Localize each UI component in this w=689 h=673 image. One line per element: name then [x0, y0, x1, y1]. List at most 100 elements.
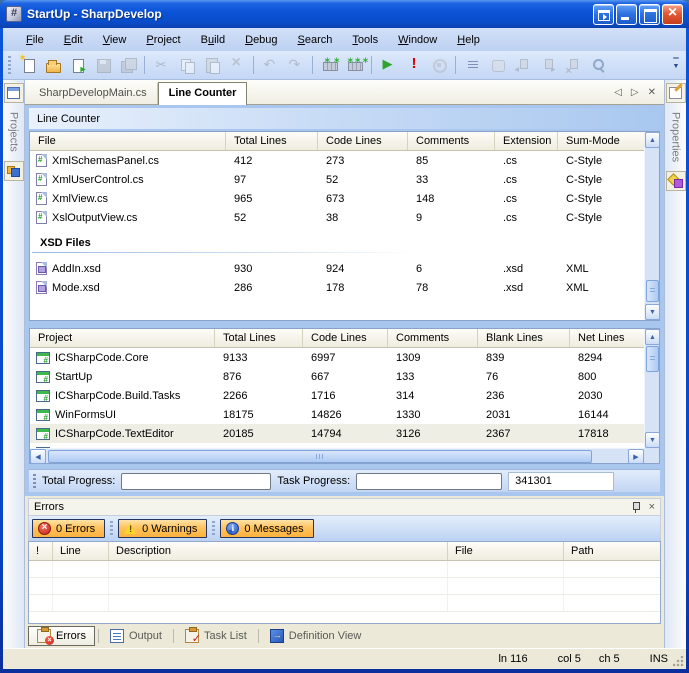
column-header[interactable]: Description — [109, 542, 448, 560]
file-row[interactable]: XmlUserControl.cs975233.csC-Style — [30, 170, 644, 189]
run-button[interactable] — [377, 54, 400, 76]
comment-region-icon — [490, 57, 506, 73]
column-header[interactable]: Project — [30, 329, 215, 347]
project-row[interactable]: StartUp87666713376800 — [30, 367, 644, 386]
bottom-tab-errors[interactable]: Errors — [28, 626, 95, 646]
menu-debug[interactable]: Debug — [236, 31, 286, 49]
tab-sharpdevelopmain-cs[interactable]: SharpDevelopMain.cs — [29, 83, 158, 104]
pin-icon[interactable] — [631, 501, 640, 513]
project-table-hscrollbar[interactable]: ◀ ▶ — [30, 448, 644, 463]
column-header[interactable]: Line — [53, 542, 109, 560]
menu-help[interactable]: Help — [448, 31, 489, 49]
col-code: 52 — [318, 174, 408, 186]
toolbar-grip[interactable] — [8, 56, 11, 74]
project-row[interactable]: ICSharpCode.Build.Tasks22661716314236203… — [30, 386, 644, 405]
open-project-button[interactable] — [66, 54, 89, 76]
file-table-vscrollbar[interactable]: ▲ ▼ — [644, 132, 659, 320]
resize-grip[interactable] — [673, 656, 684, 667]
errors-close-icon[interactable]: × — [649, 502, 655, 513]
scroll-thumb[interactable] — [646, 280, 659, 302]
menu-edit[interactable]: Edit — [55, 31, 92, 49]
file-row[interactable]: XslOutputView.cs52389.csC-Style — [30, 208, 644, 227]
empty-cell — [564, 595, 660, 612]
menu-file[interactable]: File — [17, 31, 53, 49]
scroll-left-icon[interactable]: ◀ — [30, 449, 46, 464]
column-header[interactable]: Net Lines — [570, 329, 644, 347]
tools-tab-button[interactable] — [666, 171, 686, 191]
col-code: 1716 — [303, 390, 388, 402]
column-header[interactable]: Sum-Mode — [558, 132, 644, 150]
file-row[interactable]: AddIn.xsd9309246.xsdXML — [30, 259, 644, 278]
prev-tab-icon[interactable]: ◁ — [614, 87, 622, 98]
col-code: 673 — [318, 193, 408, 205]
scroll-up-icon[interactable]: ▲ — [645, 132, 660, 148]
properties-tab-label[interactable]: Properties — [670, 112, 682, 162]
project-row[interactable]: ICSharpCode.TextEditor201851479431262367… — [30, 424, 644, 443]
file-row[interactable]: XmlSchemasPanel.cs41227385.csC-Style — [30, 151, 644, 170]
tab-separator — [258, 629, 259, 643]
0-errors-button[interactable]: 0 Errors — [32, 519, 105, 538]
next-tab-icon[interactable]: ▷ — [631, 87, 639, 98]
column-header[interactable]: File — [30, 132, 226, 150]
0-messages-button[interactable]: 0 Messages — [220, 519, 313, 538]
column-header[interactable]: Code Lines — [318, 132, 408, 150]
maximize-button[interactable] — [639, 4, 660, 25]
project-row[interactable]: ICSharpCode.Core9133699713098398294 — [30, 348, 644, 367]
projects-tab-label[interactable]: Projects — [8, 112, 20, 152]
menu-project[interactable]: Project — [137, 31, 189, 49]
stop-icon — [431, 57, 447, 73]
menu-search[interactable]: Search — [289, 31, 342, 49]
search-button[interactable] — [586, 54, 609, 76]
column-header[interactable]: Comments — [388, 329, 478, 347]
project-table-vscrollbar[interactable]: ▲ ▼ — [644, 329, 659, 448]
build-button[interactable] — [318, 54, 341, 76]
menu-view[interactable]: View — [94, 31, 136, 49]
run-no-debug-button[interactable] — [402, 54, 425, 76]
properties-tab-button[interactable] — [666, 83, 686, 103]
window-mode-button[interactable] — [593, 4, 614, 25]
empty-cell — [29, 595, 53, 612]
column-header[interactable]: File — [448, 542, 564, 560]
projects-tab-button[interactable] — [4, 83, 24, 103]
column-header[interactable]: Total Lines — [226, 132, 318, 150]
new-file-button[interactable] — [16, 54, 39, 76]
file-row[interactable]: XmlView.cs965673148.csC-Style — [30, 189, 644, 208]
close-tab-icon[interactable]: ✕ — [648, 87, 656, 98]
column-header[interactable]: Comments — [408, 132, 495, 150]
scroll-thumb[interactable] — [646, 346, 659, 372]
cut-icon — [154, 57, 170, 73]
scroll-down-icon[interactable]: ▼ — [645, 432, 660, 448]
project-row[interactable]: WinFormsUI18175148261330203116144 — [30, 405, 644, 424]
scroll-right-icon[interactable]: ▶ — [628, 449, 644, 464]
bottom-tab-output[interactable]: Output — [102, 626, 170, 646]
menu-build[interactable]: Build — [192, 31, 234, 49]
minimize-button[interactable] — [616, 4, 637, 25]
column-header[interactable]: Blank Lines — [478, 329, 570, 347]
bookmark-list-button[interactable] — [461, 54, 484, 76]
col-project: WinFormsUI — [30, 409, 215, 421]
progress-strip-grip[interactable] — [33, 474, 36, 489]
col-blank: 2031 — [478, 409, 570, 421]
bottom-tab-task-list[interactable]: Task List — [177, 626, 255, 646]
menu-tools[interactable]: Tools — [343, 31, 387, 49]
file-row[interactable]: Mode.xsd28617878.xsdXML — [30, 278, 644, 297]
column-header[interactable]: Total Lines — [215, 329, 303, 347]
open-button[interactable] — [41, 54, 64, 76]
rebuild-button[interactable] — [343, 54, 366, 76]
column-header[interactable]: ! — [29, 542, 53, 560]
column-header[interactable]: Code Lines — [303, 329, 388, 347]
classes-tab-button[interactable] — [4, 161, 24, 181]
scroll-up-icon[interactable]: ▲ — [645, 329, 660, 345]
tab-line-counter[interactable]: Line Counter — [158, 82, 248, 105]
column-header[interactable]: Path — [564, 542, 660, 560]
0-warnings-button[interactable]: 0 Warnings — [118, 519, 207, 538]
scroll-thumb[interactable] — [48, 450, 592, 463]
close-button[interactable] — [662, 4, 683, 25]
toolbar-overflow-icon[interactable]: ▔▼ — [670, 61, 682, 69]
scroll-down-icon[interactable]: ▼ — [645, 304, 660, 320]
column-header[interactable]: Extension — [495, 132, 558, 150]
titlebar[interactable]: StartUp - SharpDevelop — [0, 0, 689, 28]
bottom-tab-definition-view[interactable]: Definition View — [262, 626, 370, 646]
menu-window[interactable]: Window — [389, 31, 446, 49]
empty-cell — [53, 595, 109, 612]
